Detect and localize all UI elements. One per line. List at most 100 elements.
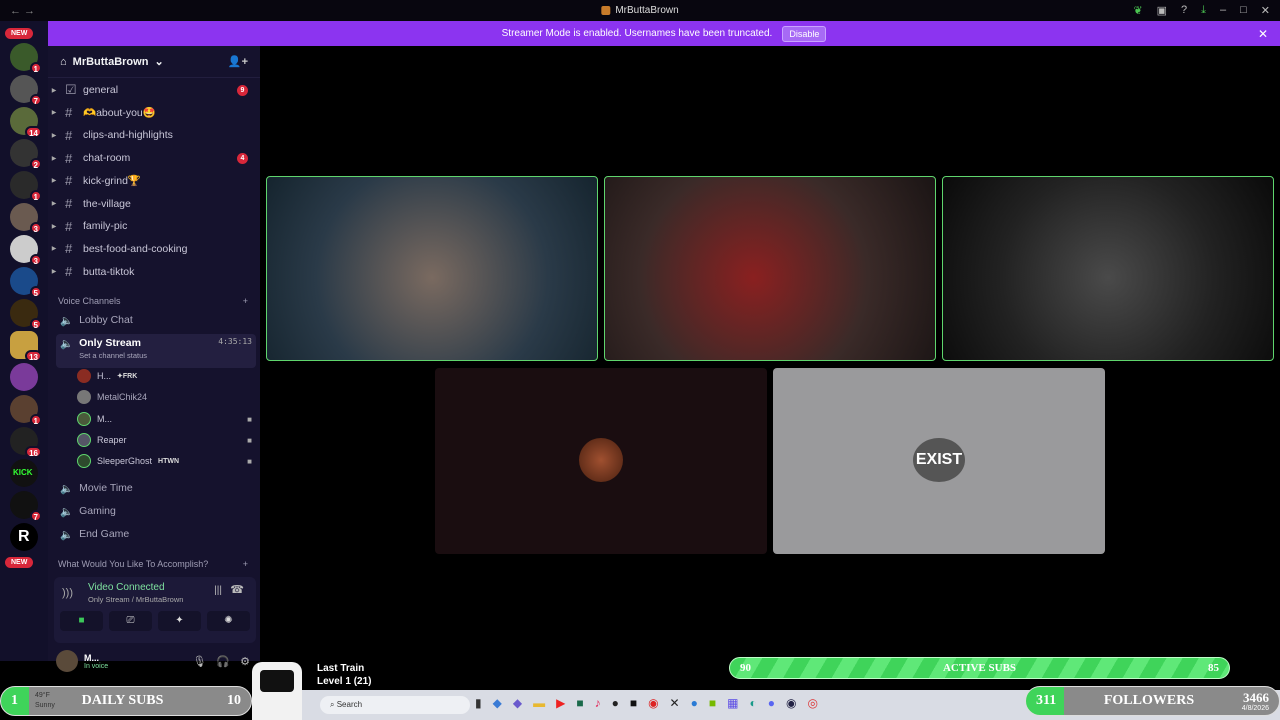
add-channel-icon[interactable]: + [243,296,248,306]
close-button[interactable]: ✕ [1261,4,1270,17]
voice-user[interactable]: H... ✦FRK [77,367,252,385]
avatar[interactable] [56,650,78,672]
text-channel[interactable]: ▶ # butta-tiktok [48,262,260,282]
voice-user[interactable]: Reaper ■ [77,431,252,449]
server-icon[interactable]: 7 [10,75,42,106]
server-icon[interactable]: 16 [10,427,42,458]
app-icon[interactable]: ◉ [648,696,658,710]
help-icon[interactable]: ? [1181,4,1187,17]
headphones-icon[interactable]: 🎧 [216,655,230,668]
channel-label: Movie Time [79,482,133,494]
invite-icon[interactable]: 👤+ [228,55,248,68]
avatar [579,438,623,482]
server-icon[interactable]: 1 [10,171,42,202]
microphone-icon[interactable]: 🎙 [192,655,206,668]
voice-user[interactable]: M... ■ [77,410,252,428]
server-home-icon: ⌂ [60,55,67,68]
youtube-icon[interactable]: ▶ [556,696,565,710]
taskbar-date[interactable]: 4/8/2026 [1242,705,1269,712]
video-tile-no-camera[interactable] [435,368,767,554]
server-header[interactable]: ⌂ MrButtaBrown ⌄ 👤+ [48,46,260,78]
discord-icon[interactable]: ● [768,696,775,710]
app-icon[interactable]: ◆ [513,696,522,710]
add-channel-icon[interactable]: + [243,559,248,569]
voice-channel-gaming[interactable]: 🔈 Gaming [56,501,256,521]
text-channel[interactable]: ▶ # the-village [48,194,260,214]
app-icon[interactable]: ◉ [786,696,796,710]
channel-status[interactable]: Set a channel status [79,351,147,360]
server-icon[interactable]: KICK [10,459,38,487]
voice-channel-movie-time[interactable]: 🔈 Movie Time [56,478,256,498]
app-icon[interactable]: ● [691,696,698,710]
noise-suppression-icon[interactable]: ||| [214,585,222,596]
nvidia-icon[interactable]: ■ [709,696,716,710]
app-icon[interactable]: ■ [576,696,583,710]
capcut-icon[interactable]: ✕ [670,696,680,710]
download-icon[interactable]: ⤓ [1201,4,1206,17]
channel-label: Only Stream [79,337,141,349]
nitro-leaf-icon[interactable]: ❦ [1133,4,1142,17]
server-icon[interactable]: 7 [10,491,42,522]
video-tile[interactable] [604,176,936,361]
server-icon[interactable]: 1 [10,395,42,426]
text-channel[interactable]: ▶ # 🫶about-you🤩 [48,103,260,123]
maximize-button[interactable]: □ [1240,4,1247,17]
server-icon[interactable]: 5 [10,267,42,298]
voice-user[interactable]: MetalChik24 [77,388,252,406]
video-tile[interactable] [942,176,1274,361]
video-tile[interactable] [266,176,598,361]
text-channel[interactable]: ▶ # chat-room 4 [48,148,260,168]
username: M... [84,652,99,663]
obs-icon[interactable]: ● [612,696,619,710]
disconnect-icon[interactable]: ☎ [230,583,244,596]
category-accomplish[interactable]: What Would You Like To Accomplish? + [58,559,248,569]
mention-badge: 1 [29,414,42,426]
server-icon[interactable]: 5 [10,299,42,330]
train-icon [260,670,294,692]
mention-badge: 2 [29,158,42,170]
server-icon[interactable]: R [10,523,38,551]
chrome-icon[interactable]: ◎ [807,696,817,710]
voice-channel-lobby[interactable]: 🔈 Lobby Chat [56,310,256,330]
video-tile-no-camera[interactable]: EXIST [773,368,1105,554]
text-channel[interactable]: ▶ # best-food-and-cooking [48,239,260,259]
nav-arrows[interactable]: ← → [10,5,35,17]
close-banner-icon[interactable]: ✕ [1258,27,1268,41]
activities-button[interactable]: ✦ [158,611,201,631]
server-icon[interactable]: 14 [10,107,42,138]
speaker-icon: 🔈 [60,338,74,350]
minimize-button[interactable]: – [1220,4,1226,17]
text-channel[interactable]: ▶ ☑ general 9 [48,80,260,100]
server-icon[interactable]: 1 [10,43,42,74]
server-icon[interactable]: 3 [10,203,42,234]
weather-temp: 49°F [35,692,50,699]
server-icon[interactable] [10,363,38,391]
tiktok-icon[interactable]: ♪ [595,696,601,710]
camera-button[interactable]: ■ [60,611,103,631]
disable-streamer-mode-button[interactable]: Disable [782,25,827,42]
folder-icon[interactable]: ▬ [533,696,545,710]
app-icon[interactable]: ■ [630,696,637,710]
settings-gear-icon[interactable]: ⚙ [240,655,250,668]
server-icon[interactable]: 13 [10,331,42,362]
edge-icon[interactable]: ◐ [749,696,756,710]
app-icon[interactable]: ◆ [493,696,502,710]
text-channel[interactable]: ▶ # clips-and-highlights [48,125,260,145]
app-icon[interactable]: ▦ [727,696,738,710]
mention-badge: 14 [25,126,42,138]
app-icon[interactable]: ▮ [475,696,482,710]
expand-arrow-icon: ▶ [51,155,57,162]
voice-channel-end-game[interactable]: 🔈 End Game [56,524,256,544]
connection-channel[interactable]: Only Stream / MrButtaBrown [88,595,183,604]
voice-user[interactable]: SleeperGhost HTWN ■ [77,452,252,470]
screen-share-button[interactable]: ⎚ [109,611,152,631]
server-icon[interactable]: 2 [10,139,42,170]
server-icon[interactable]: 3 [10,235,42,266]
inbox-icon[interactable]: ▣ [1157,4,1167,17]
soundboard-button[interactable]: ✺ [207,611,250,631]
text-channel[interactable]: ▶ # kick-grind🏆 [48,171,260,191]
text-channel[interactable]: ▶ # family-pic [48,216,260,236]
voice-channel-only-stream[interactable]: 🔈 Only Stream Set a channel status 4:35:1… [56,334,256,368]
voice-category[interactable]: Voice Channels + [58,296,248,306]
search-box[interactable]: ⌕ Search [320,696,470,714]
